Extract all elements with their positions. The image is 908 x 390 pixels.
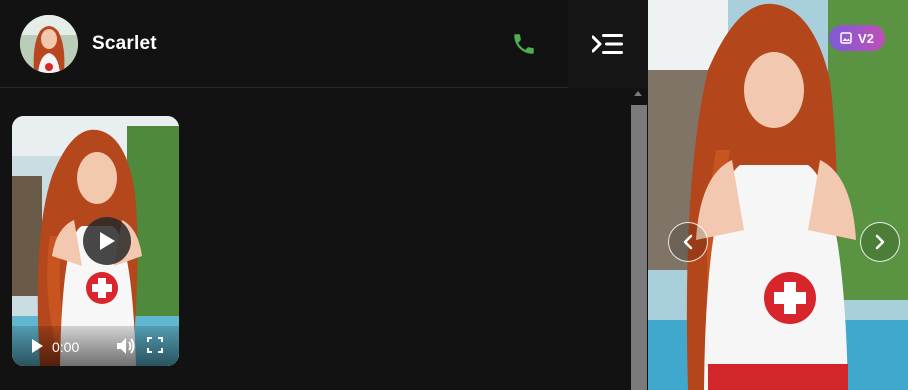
- video-play-button[interactable]: [83, 217, 131, 265]
- fullscreen-icon: [147, 337, 163, 353]
- image-gallery: V2: [648, 0, 908, 390]
- scroll-up-arrow-icon[interactable]: [634, 91, 642, 96]
- chevron-left-icon: [683, 234, 693, 250]
- call-button[interactable]: [506, 26, 542, 62]
- play-icon: [100, 232, 115, 250]
- contact-name: Scarlet: [92, 33, 157, 54]
- gallery-image: [648, 0, 908, 390]
- video-time: 0:00: [52, 339, 80, 355]
- avatar[interactable]: [20, 15, 78, 73]
- version-badge[interactable]: V2: [829, 25, 885, 51]
- chevron-right-icon: [875, 234, 885, 250]
- chat-header: Scarlet: [0, 0, 648, 88]
- app: Scarlet 0:00 V2: [0, 0, 908, 390]
- fullscreen-button[interactable]: [147, 337, 163, 358]
- play-icon: [32, 339, 43, 353]
- image-icon: [840, 32, 852, 44]
- control-play-button[interactable]: [30, 338, 44, 359]
- chat-panel: Scarlet 0:00: [0, 0, 648, 390]
- video-controls: 0:00: [12, 326, 179, 366]
- scrollbar[interactable]: [630, 89, 648, 390]
- scrollbar-thumb[interactable]: [631, 105, 647, 390]
- volume-button[interactable]: [116, 337, 136, 360]
- previous-image-button[interactable]: [668, 222, 708, 262]
- menu-button[interactable]: [568, 0, 648, 88]
- video-message[interactable]: 0:00: [12, 116, 179, 366]
- menu-collapse-icon: [592, 34, 623, 54]
- version-label: V2: [858, 30, 874, 46]
- phone-icon: [514, 34, 534, 54]
- volume-icon: [117, 338, 135, 354]
- next-image-button[interactable]: [860, 222, 900, 262]
